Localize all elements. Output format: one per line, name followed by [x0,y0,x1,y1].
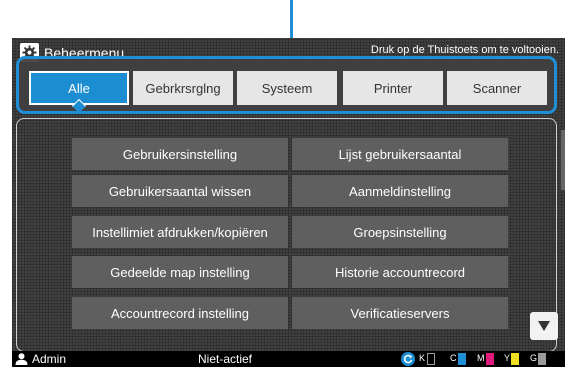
tab-scanner[interactable]: Scanner [447,71,547,105]
group-setting-button[interactable]: Groepsinstelling [292,216,508,248]
account-record-history-button[interactable]: Historie accountrecord [292,256,508,288]
refresh-icon[interactable] [401,352,415,366]
tab-printer[interactable]: Printer [343,71,443,105]
toner-label-c: C [450,353,457,363]
account-record-setting-button[interactable]: Accountrecord instelling [72,297,288,329]
user-icon [15,353,28,365]
tab-gebruikersregeling[interactable]: Gebrkrsrglng [133,71,233,105]
admin-menu-screen: Beheermenu Druk op de Thuistoets om te v… [12,38,565,367]
shared-folder-setting-button[interactable]: Gedeelde map instelling [72,256,288,288]
toner-label-k: K [419,353,426,363]
toner-level-y [511,353,519,365]
toner-level-m [486,353,494,365]
toner-level-g [538,353,546,365]
user-count-list-button[interactable]: Lijst gebruikersaantal [292,138,508,170]
triangle-down-icon [538,321,550,331]
user-name: Admin [32,352,67,366]
tab-systeem[interactable]: Systeem [237,71,337,105]
toner-label-g: G [530,353,538,363]
scrollbar[interactable] [561,130,565,190]
home-hint-text: Druk op de Thuistoets om te voltooien. [370,44,559,56]
authentication-servers-button[interactable]: Verificatieservers [292,297,508,329]
status-bar: Admin Niet-actief K C M Y G [12,351,565,367]
toner-label-y: Y [504,353,511,363]
toner-label-m: M [477,353,485,363]
clear-user-count-button[interactable]: Gebruikersaantal wissen [72,175,288,207]
user-setting-button[interactable]: Gebruikersinstelling [72,138,288,170]
machine-status: Niet-actief [198,352,253,366]
toner-level-k [427,353,435,365]
scroll-down-button[interactable] [530,312,558,340]
toner-level-c [458,353,466,365]
print-copy-limit-button[interactable]: Instellimiet afdrukken/kopiëren [72,216,288,248]
login-setting-button[interactable]: Aanmeldinstelling [292,175,508,207]
